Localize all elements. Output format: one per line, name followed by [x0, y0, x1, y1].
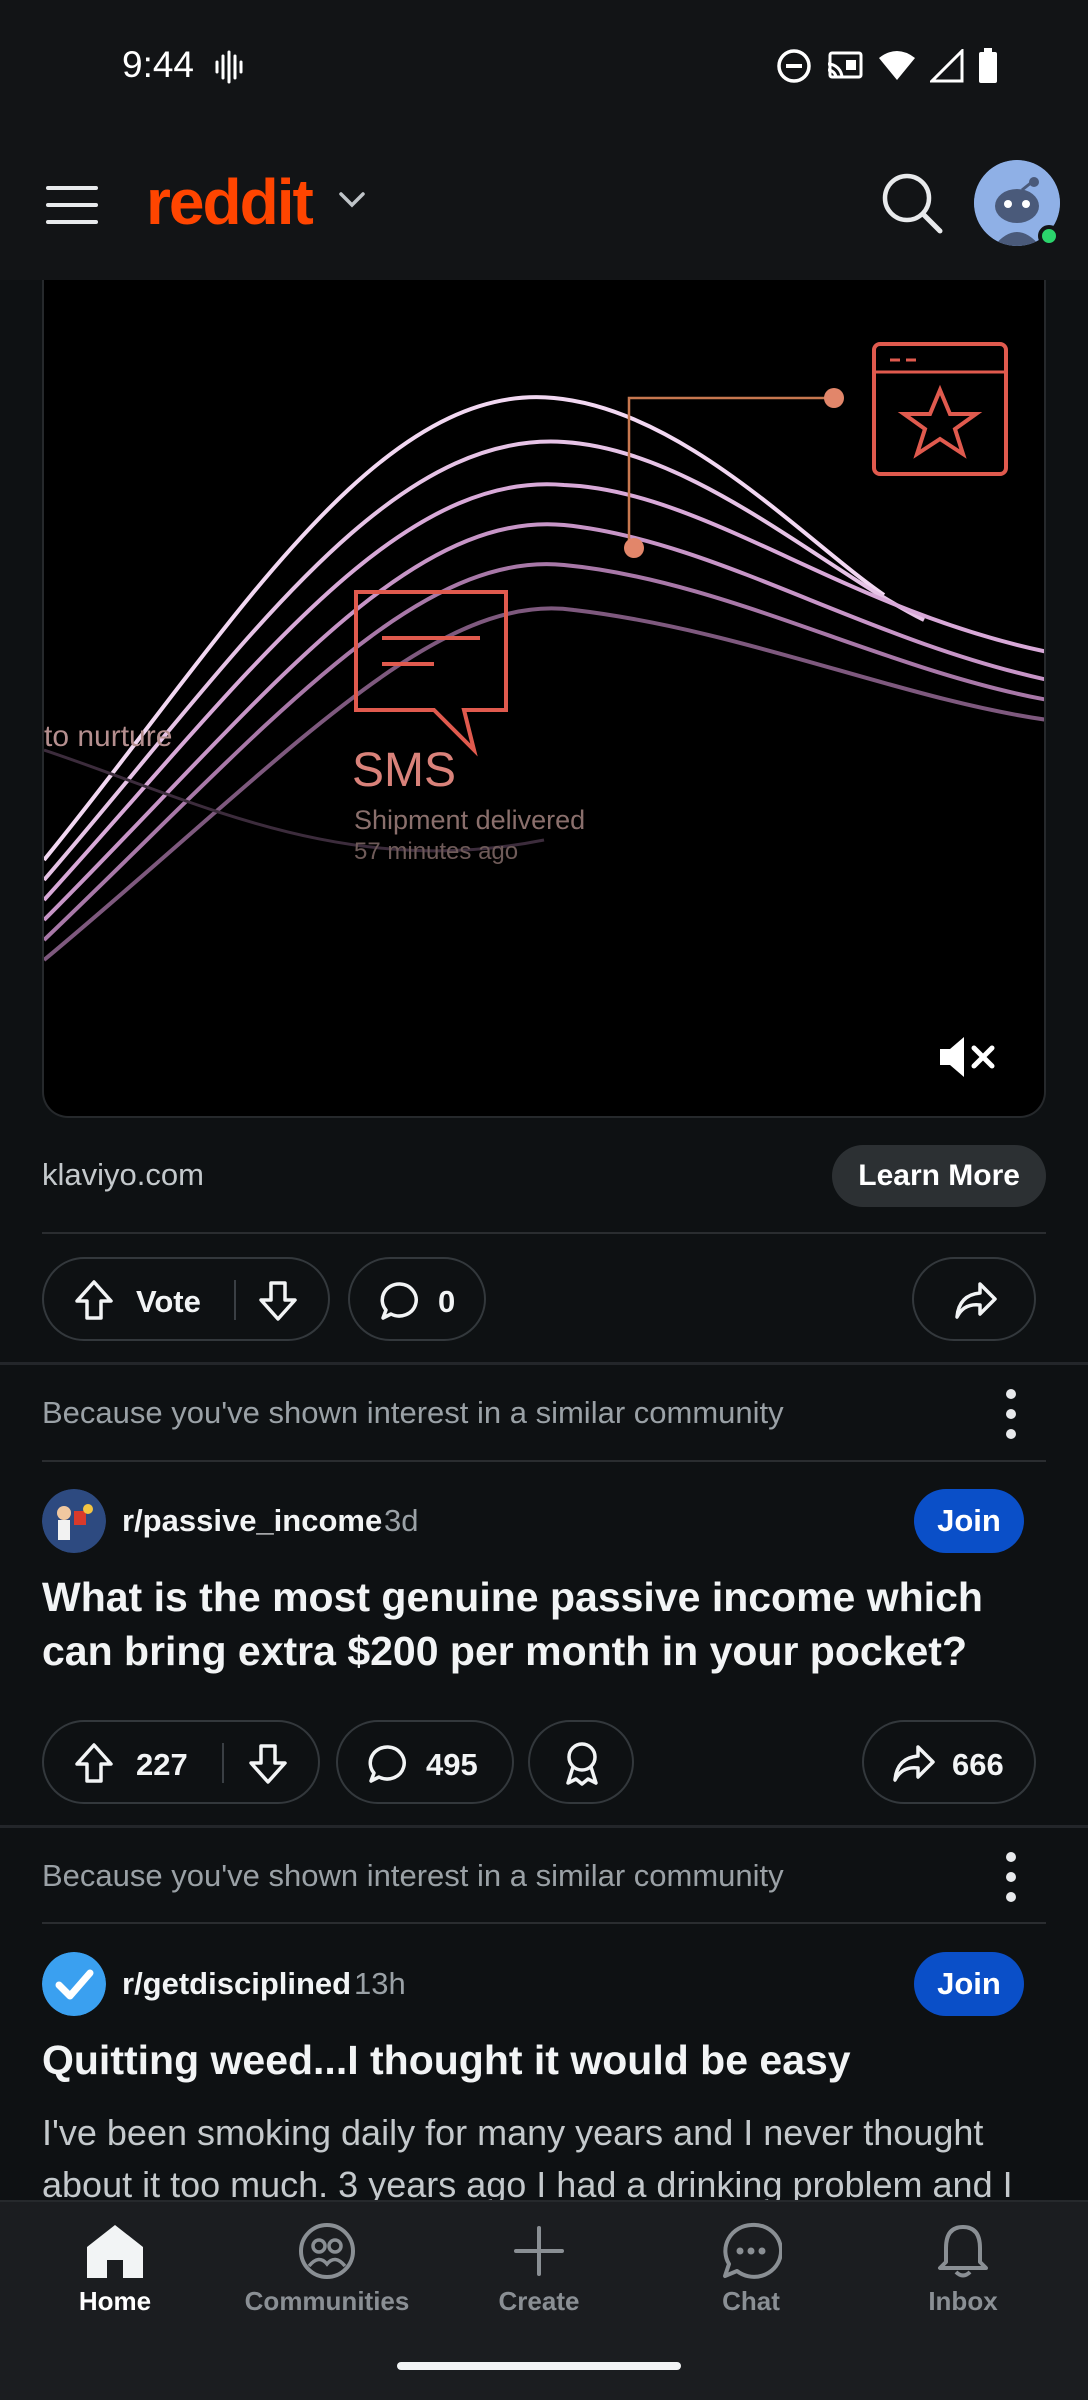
vote-score: 227 [136, 1747, 188, 1782]
chat-icon [723, 2222, 782, 2279]
video-caption-nurture: to nurture [44, 720, 173, 753]
post-title[interactable]: What is the most genuine passive income … [42, 1570, 1052, 1678]
search-icon[interactable] [880, 171, 944, 235]
post-age: 13h [354, 1966, 406, 2001]
video-caption-shipment: Shipment delivered [354, 805, 586, 835]
chevron-down-icon[interactable] [338, 191, 366, 209]
vote-separator [222, 1743, 224, 1783]
home-icon [87, 2225, 143, 2278]
award-icon [566, 1742, 598, 1786]
reddit-logo[interactable]: reddit [146, 165, 314, 239]
vote-control: Vote [42, 1257, 330, 1341]
video-frame-graphic [44, 342, 1044, 962]
nav-create[interactable]: Create [449, 2222, 629, 2332]
app-header: reddit [0, 135, 1088, 280]
online-status-dot [1038, 225, 1060, 247]
divider [42, 1232, 1046, 1234]
status-bar: 9:44 [0, 0, 1088, 135]
post-body-preview[interactable]: I've been smoking daily for many years a… [42, 2107, 1052, 2200]
join-button[interactable]: Join [914, 1952, 1024, 2016]
cast-icon [827, 51, 863, 79]
feed-separator [0, 1825, 1088, 1828]
downvote-icon[interactable] [248, 1743, 288, 1785]
video-caption-sms: SMS [352, 744, 457, 797]
comment-count: 495 [426, 1747, 478, 1782]
share-icon [893, 1745, 935, 1782]
wifi-icon [879, 51, 915, 80]
nav-home[interactable]: Home [25, 2222, 205, 2332]
learn-more-button[interactable]: Learn More [832, 1145, 1046, 1207]
nav-inbox[interactable]: Inbox [873, 2222, 1053, 2332]
menu-icon[interactable] [46, 185, 98, 225]
more-options-icon[interactable] [996, 1386, 1026, 1442]
share-count: 666 [952, 1747, 1004, 1782]
nav-chat-label: Chat [722, 2286, 780, 2316]
post-age: 3d [384, 1503, 419, 1538]
status-time: 9:44 [122, 44, 195, 85]
post-title[interactable]: Quitting weed...I thought it would be ea… [42, 2033, 1052, 2087]
downvote-icon[interactable] [258, 1280, 298, 1322]
comments-button[interactable]: 0 [348, 1257, 486, 1341]
subreddit-name[interactable]: r/getdisciplined [122, 1966, 351, 2002]
nav-communities[interactable]: Communities [237, 2222, 417, 2332]
recommendation-reason: Because you've shown interest in a simil… [42, 1395, 784, 1430]
feed-separator [0, 1362, 1088, 1365]
ad-video-player[interactable]: to nurture SMS Shipment delivered 57 min… [42, 280, 1046, 1118]
comment-icon [380, 1282, 418, 1320]
divider [42, 1922, 1046, 1924]
status-icons [776, 48, 998, 84]
plus-icon [514, 2226, 564, 2276]
nav-create-label: Create [498, 2286, 580, 2316]
vibrate-icon [215, 50, 243, 84]
share-button[interactable]: 666 [862, 1720, 1036, 1804]
upvote-icon[interactable] [74, 1742, 114, 1784]
home-indicator[interactable] [397, 2362, 681, 2370]
nav-chat[interactable]: Chat [661, 2222, 841, 2332]
subreddit-avatar[interactable] [42, 1952, 106, 2016]
subreddit-avatar[interactable] [42, 1489, 106, 1553]
join-button[interactable]: Join [914, 1489, 1024, 1553]
battery-icon [979, 48, 997, 83]
upvote-icon[interactable] [74, 1279, 114, 1321]
comment-icon [368, 1745, 406, 1783]
vote-label: Vote [136, 1284, 201, 1319]
post-header: r/getdisciplined 13h Join [42, 1952, 1046, 2016]
share-icon [955, 1282, 997, 1319]
vote-control: 227 [42, 1720, 320, 1804]
bottom-navigation: Home Communities Create Chat Inbox [0, 2200, 1088, 2400]
ad-footer: klaviyo.com Learn More [42, 1145, 1046, 1207]
communities-icon [299, 2223, 355, 2279]
nav-home-label: Home [78, 2286, 152, 2316]
award-button[interactable] [528, 1720, 634, 1804]
post-header: r/passive_income 3d Join [42, 1489, 1046, 1553]
comments-button[interactable]: 495 [336, 1720, 514, 1804]
recommendation-reason: Because you've shown interest in a simil… [42, 1858, 784, 1893]
dnd-icon [777, 49, 811, 83]
nav-inbox-label: Inbox [928, 2286, 998, 2316]
divider [42, 1460, 1046, 1462]
subreddit-name[interactable]: r/passive_income [122, 1503, 382, 1539]
signal-icon [930, 49, 964, 83]
bell-icon [938, 2225, 988, 2278]
video-caption-time: 57 minutes ago [354, 838, 519, 865]
more-options-icon[interactable] [996, 1849, 1026, 1905]
share-button[interactable] [912, 1257, 1036, 1341]
nav-communities-label: Communities [244, 2286, 410, 2316]
comment-count: 0 [438, 1284, 456, 1319]
mute-icon[interactable] [936, 1032, 996, 1082]
ad-domain[interactable]: klaviyo.com [42, 1157, 204, 1193]
vote-separator [234, 1280, 236, 1320]
